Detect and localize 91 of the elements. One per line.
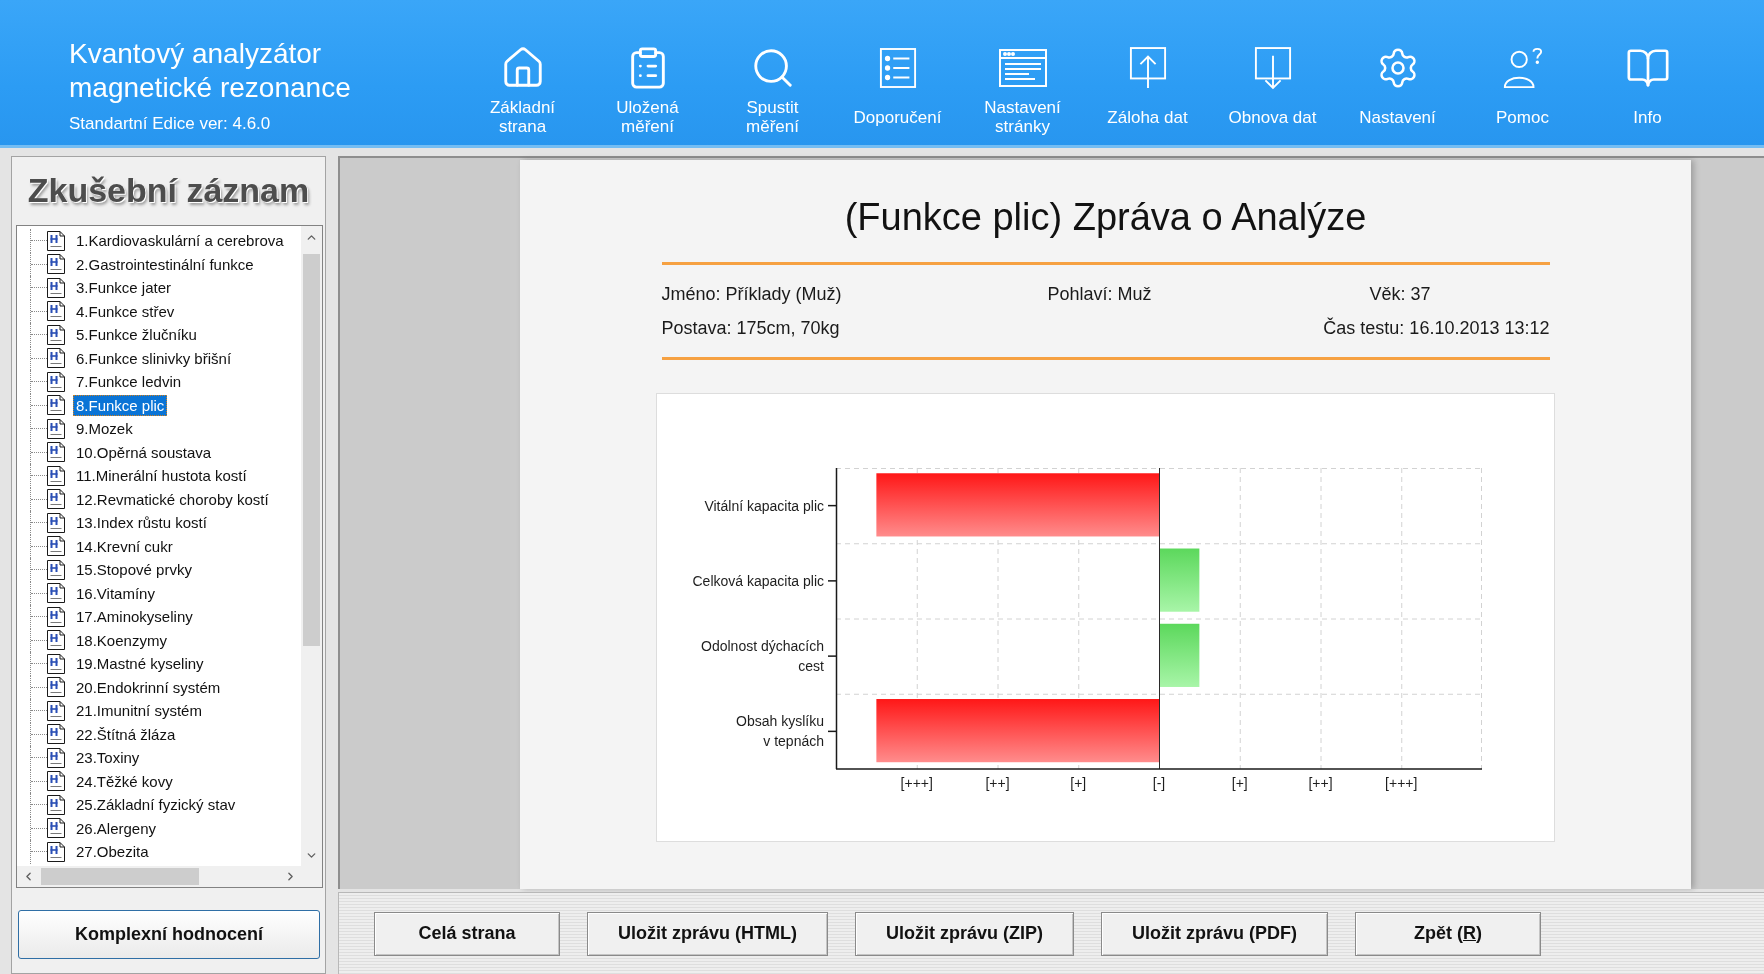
record-item[interactable]: 22.Štítná žláza [73,723,179,745]
document-icon [47,254,65,275]
download-icon [1253,46,1292,90]
record-item[interactable]: 9.Mozek [73,418,136,440]
horizontal-scrollbar[interactable] [17,866,301,887]
category-label: Obsah kyslíku v tepnách [736,712,824,752]
record-item[interactable]: 2.Gastrointestinální funkce [73,253,257,275]
document-icon [47,465,65,486]
document-icon [47,395,65,416]
browser-window-icon [998,49,1047,87]
scale-label: [+] [1231,775,1248,791]
document-icon [47,771,65,792]
upload-icon [1128,46,1167,90]
document-icon [47,630,65,651]
record-item[interactable]: 12.Revmatické choroby kostí [73,488,272,510]
document-icon [47,418,65,439]
record-item[interactable]: 16.Vitamíny [73,582,158,604]
record-item[interactable]: 26.Alergeny [73,817,160,839]
scale-label: [+++] [1385,775,1418,791]
app-edition: Standartní Edice ver: 4.6.0 [69,113,272,135]
report-button[interactable]: Uložit zprávu (PDF) [1101,911,1328,956]
patient-age: Věk: 37 [1369,283,1432,306]
scale-label: [-] [1152,775,1166,791]
document-icon [47,348,65,369]
normal-bar [1159,548,1200,612]
record-item[interactable]: 10.Opěrná soustava [73,441,215,463]
document-icon [47,841,65,862]
record-item[interactable]: 5.Funkce žlučníku [73,324,200,346]
report-button[interactable]: Celá strana [374,911,560,956]
scale-label: [++] [985,775,1010,791]
record-item[interactable]: 18.Koenzymy [73,629,170,651]
record-item[interactable]: 8.Funkce plic [73,394,168,416]
record-item[interactable]: 6.Funkce slinivky břišní [73,347,235,369]
patient-build: Postava: 175cm, 70kg [661,317,841,340]
scrollbar-thumb[interactable] [303,254,320,646]
record-item[interactable]: 21.Imunitní systém [73,700,205,722]
document-icon [47,583,65,604]
report-button[interactable]: Zpět (R) [1355,911,1541,956]
document-icon [47,724,65,745]
record-item[interactable]: 1.Kardiovaskulární a cerebrova [73,230,287,252]
category-label: Celková kapacita plic [692,571,824,591]
scale-label: [+] [1070,775,1087,791]
record-item[interactable]: 24.Těžké kovy [73,770,176,792]
document-icon [47,606,65,627]
record-item[interactable]: 7.Funkce ledvin [73,371,185,393]
patient-sex: Pohlaví: Muž [1047,283,1153,306]
document-icon [47,442,65,463]
document-icon [47,371,65,392]
record-item[interactable]: 3.Funkce jater [73,277,175,299]
scale-label: [+++] [900,775,933,791]
list-icon [878,47,917,89]
record-item[interactable]: 17.Aminokyseliny [73,606,196,628]
document-icon [47,512,65,533]
category-label: Odolnost dýchacích cest [701,637,824,677]
patient-name: Jméno: Příklady (Muž) [661,283,843,306]
record-item[interactable]: 27.Obezita [73,841,152,863]
vertical-scrollbar[interactable] [301,226,322,866]
record-item[interactable]: 20.Endokrinní systém [73,676,224,698]
document-icon [47,559,65,580]
record-item[interactable]: 25.Základní fyzický stav [73,794,239,816]
category-label: Vitální kapacita plic [704,496,824,516]
record-item[interactable]: 14.Krevní cukr [73,535,176,557]
record-item[interactable]: 15.Stopové prvky [73,559,195,581]
user-question-icon [1501,47,1544,89]
report-button[interactable]: Uložit zprávu (HTML) [587,911,828,956]
document-icon [47,677,65,698]
sidebar-title: Zkušební záznam [27,170,310,210]
document-icon [47,324,65,345]
document-icon [47,536,65,557]
test-time: Čas testu: 16.10.2013 13:12 [1322,316,1550,340]
record-item[interactable]: 4.Funkce střev [73,300,178,322]
document-icon [47,277,65,298]
scrollbar-thumb[interactable] [41,868,199,885]
record-item[interactable]: 19.Mastné kyseliny [73,653,207,675]
record-item[interactable]: 23.Toxiny [73,747,143,769]
document-icon [47,700,65,721]
document-icon [47,794,65,815]
scale-label: [++] [1308,775,1333,791]
document-icon [47,653,65,674]
document-icon [47,489,65,510]
report-button[interactable]: Uložit zprávu (ZIP) [855,911,1074,956]
normal-bar [1159,623,1200,687]
record-item[interactable]: 11.Minerální hustota kostí [73,465,250,487]
report-title: (Funkce plic) Zpráva o Analýze [843,195,1368,240]
document-icon [47,818,65,839]
document-icon [47,230,65,251]
evaluation-button[interactable]: Komplexní hodnocení [18,910,320,959]
app-title: Kvantový analyzátor magnetické rezonance [69,37,352,105]
document-icon [47,301,65,322]
record-item[interactable]: 13.Index růstu kostí [73,512,210,534]
document-icon [47,747,65,768]
